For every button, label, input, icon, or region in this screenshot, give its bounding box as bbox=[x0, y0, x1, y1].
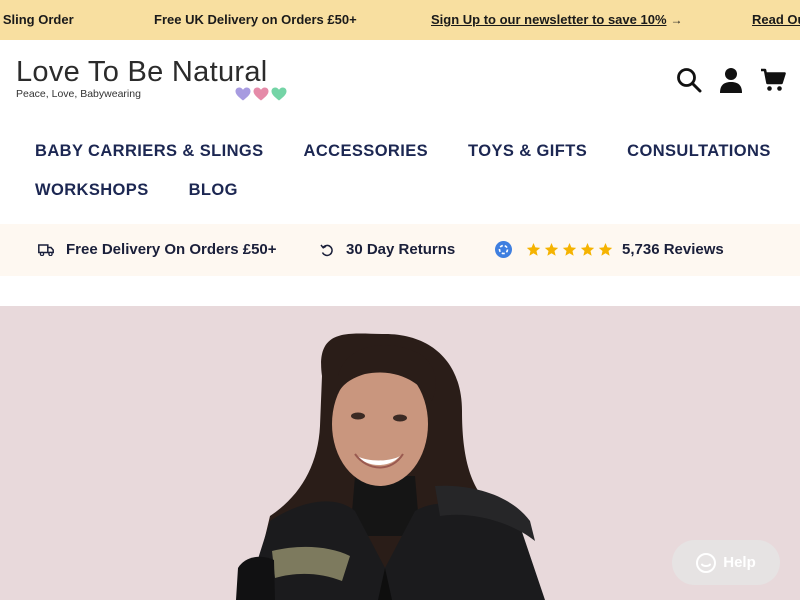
star-icon bbox=[562, 242, 577, 256]
nav-row-1: BABY CARRIERS & SLINGS ACCESSORIES TOYS … bbox=[35, 132, 775, 171]
star-icon bbox=[544, 242, 559, 256]
account-icon bbox=[720, 68, 742, 93]
announcement-newsletter-link[interactable]: Sign Up to our newsletter to save 10% → bbox=[431, 12, 683, 27]
heart-icon bbox=[271, 87, 287, 101]
cart-button[interactable] bbox=[760, 66, 786, 94]
usp-delivery-text: Free Delivery On Orders £50+ bbox=[66, 241, 277, 258]
main-navigation: BABY CARRIERS & SLINGS ACCESSORIES TOYS … bbox=[35, 132, 775, 210]
logo-wordmark: Love To Be Natural bbox=[16, 56, 268, 88]
usp-bar: Free Delivery On Orders £50+ 30 Day Retu… bbox=[0, 224, 800, 276]
delivery-truck-icon bbox=[38, 243, 54, 256]
search-button[interactable] bbox=[676, 66, 702, 94]
nav-item-baby-carriers-slings[interactable]: BABY CARRIERS & SLINGS bbox=[35, 142, 264, 161]
announcement-sling-order[interactable]: y Sling Order bbox=[0, 12, 74, 27]
star-icon bbox=[598, 242, 613, 256]
return-arrow-icon bbox=[320, 243, 334, 257]
nav-item-toys-gifts[interactable]: TOYS & GIFTS bbox=[468, 142, 587, 161]
rating-stars bbox=[526, 242, 613, 257]
help-label: Help bbox=[723, 554, 756, 571]
help-button[interactable]: Help bbox=[672, 540, 780, 585]
logo-hearts bbox=[235, 87, 287, 101]
heart-icon bbox=[253, 87, 269, 101]
heart-icon bbox=[235, 87, 251, 101]
logo-tagline: Peace, Love, Babywearing bbox=[16, 88, 141, 100]
nav-item-consultations[interactable]: CONSULTATIONS bbox=[627, 142, 771, 161]
usp-reviews[interactable]: 5,736 Reviews bbox=[495, 241, 724, 258]
announcement-bar: y Sling Order Free UK Delivery on Orders… bbox=[0, 0, 800, 40]
site-logo[interactable]: Love To Be Natural Peace, Love, Babywear… bbox=[16, 56, 287, 101]
usp-returns: 30 Day Returns bbox=[320, 241, 455, 258]
star-icon bbox=[580, 242, 595, 256]
announcement-free-delivery[interactable]: Free UK Delivery on Orders £50+ bbox=[154, 12, 357, 27]
announcement-read-link[interactable]: Read Ou bbox=[752, 12, 800, 27]
review-count[interactable]: 5,736 Reviews bbox=[622, 241, 724, 258]
usp-returns-text: 30 Day Returns bbox=[346, 241, 456, 258]
star-icon bbox=[526, 242, 541, 256]
usp-delivery: Free Delivery On Orders £50+ bbox=[38, 241, 277, 258]
search-icon bbox=[677, 68, 702, 93]
nav-item-blog[interactable]: BLOG bbox=[189, 181, 238, 200]
nav-item-accessories[interactable]: ACCESSORIES bbox=[304, 142, 429, 161]
nav-item-workshops[interactable]: WORKSHOPS bbox=[35, 181, 149, 200]
cart-icon bbox=[761, 68, 786, 91]
arrow-right-icon: → bbox=[670, 13, 683, 27]
review-badge-icon bbox=[495, 241, 512, 258]
chat-bubble-icon bbox=[696, 552, 717, 573]
nav-row-2: WORKSHOPS BLOG bbox=[35, 171, 775, 210]
newsletter-link-text[interactable]: Sign Up to our newsletter to save 10% bbox=[431, 12, 667, 27]
account-button[interactable] bbox=[718, 66, 744, 94]
header-actions bbox=[676, 66, 786, 94]
